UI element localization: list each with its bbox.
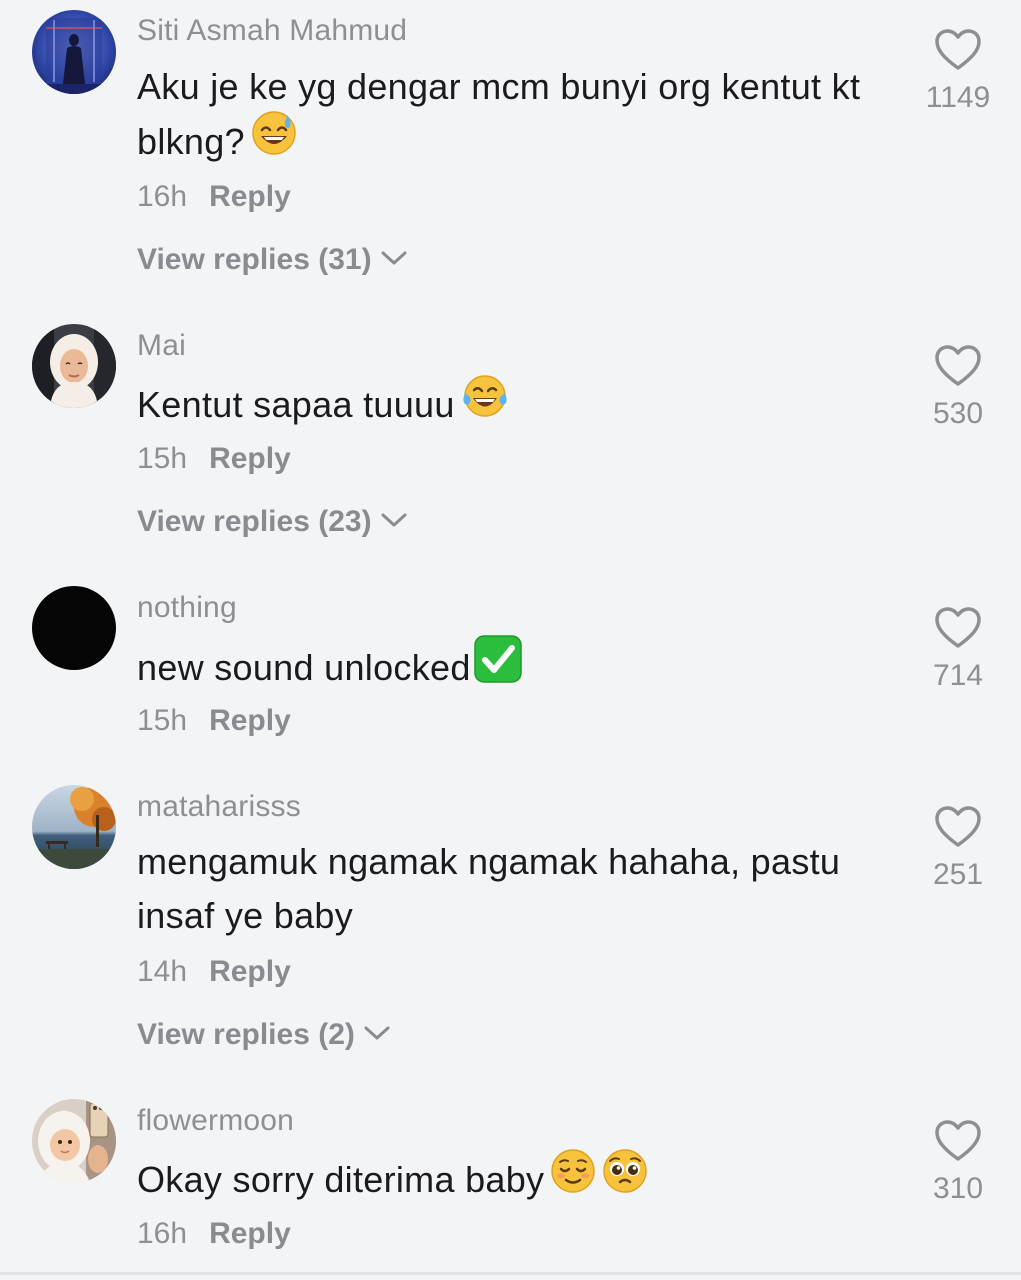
bottom-divider [0,1272,1021,1275]
like-count: 251 [932,858,984,891]
comment-timestamp: 16h [137,1217,188,1250]
comment-meta: 16h Reply [137,1217,291,1251]
comment-text: Okay sorry diterima baby [137,1149,897,1213]
like-control[interactable]: 251 [918,805,998,892]
like-count: 714 [932,659,984,692]
pleading-face-emoji-icon [602,1148,648,1209]
check-mark-button-emoji-icon [473,634,523,699]
like-control[interactable]: 310 [918,1119,998,1206]
avatar[interactable] [32,785,116,869]
chevron-down-icon [380,241,408,275]
comment-timestamp: 15h [137,442,188,475]
reply-button[interactable]: Reply [209,704,291,737]
comment-meta: 16h Reply [137,180,291,214]
reply-button[interactable]: Reply [209,1217,291,1250]
like-control[interactable]: 530 [918,344,998,431]
chevron-down-icon [363,1016,391,1050]
comment-username[interactable]: Mai [137,329,186,363]
heart-outline-icon[interactable] [918,805,998,854]
reply-button[interactable]: Reply [209,442,291,475]
avatar[interactable] [32,586,116,670]
comment-username[interactable]: Siti Asmah Mahmud [137,14,407,48]
heart-outline-icon[interactable] [918,1119,998,1168]
avatar[interactable] [32,10,116,94]
comment-username[interactable]: flowermoon [137,1104,294,1138]
tears-of-joy-emoji-icon [461,373,509,434]
comment-username[interactable]: mataharisss [137,790,301,824]
comment-list: Siti Asmah Mahmud Aku je ke yg dengar mc… [0,0,1021,1280]
comment-timestamp: 14h [137,955,188,988]
comment-meta: 14h Reply [137,955,291,989]
avatar[interactable] [32,1099,116,1183]
comment-timestamp: 15h [137,704,188,737]
avatar[interactable] [32,324,116,408]
sweat-smile-emoji-icon [251,110,297,171]
comment-text-content: new sound unlocked [137,647,471,689]
chevron-down-icon [380,503,408,537]
comment-meta: 15h Reply [137,704,291,738]
view-replies-button[interactable]: View replies (31) [137,243,408,278]
reply-button[interactable]: Reply [209,955,291,988]
comment-text: Aku je ke yg dengar mcm bunyi org kentut… [137,60,897,175]
comment-text: new sound unlocked [137,635,897,703]
like-control[interactable]: 714 [918,606,998,693]
reply-button[interactable]: Reply [209,180,291,213]
comment-timestamp: 16h [137,180,188,213]
view-replies-button[interactable]: View replies (23) [137,505,408,540]
comment-text-content: Aku je ke yg dengar mcm bunyi org kentut… [137,66,861,163]
view-replies-label: View replies (23) [137,505,372,538]
comment-text: mengamuk ngamak ngamak hahaha, pastu ins… [137,835,897,943]
heart-outline-icon[interactable] [918,28,998,77]
like-count: 310 [932,1172,984,1205]
heart-outline-icon[interactable] [918,606,998,655]
comment-text-content: mengamuk ngamak ngamak hahaha, pastu ins… [137,841,841,936]
like-count: 1149 [925,81,991,114]
like-count: 530 [932,397,984,430]
heart-outline-icon[interactable] [918,344,998,393]
relieved-face-emoji-icon [550,1148,596,1209]
view-replies-label: View replies (2) [137,1018,355,1051]
view-replies-button[interactable]: View replies (2) [137,1018,391,1053]
comment-text: Kentut sapaa tuuuu [137,375,897,438]
view-replies-label: View replies (31) [137,243,372,276]
comment-text-content: Kentut sapaa tuuuu [137,384,455,426]
comment-meta: 15h Reply [137,442,291,476]
like-control[interactable]: 1149 [918,28,998,115]
comment-username[interactable]: nothing [137,591,237,625]
comment-text-content: Okay sorry diterima baby [137,1159,545,1201]
